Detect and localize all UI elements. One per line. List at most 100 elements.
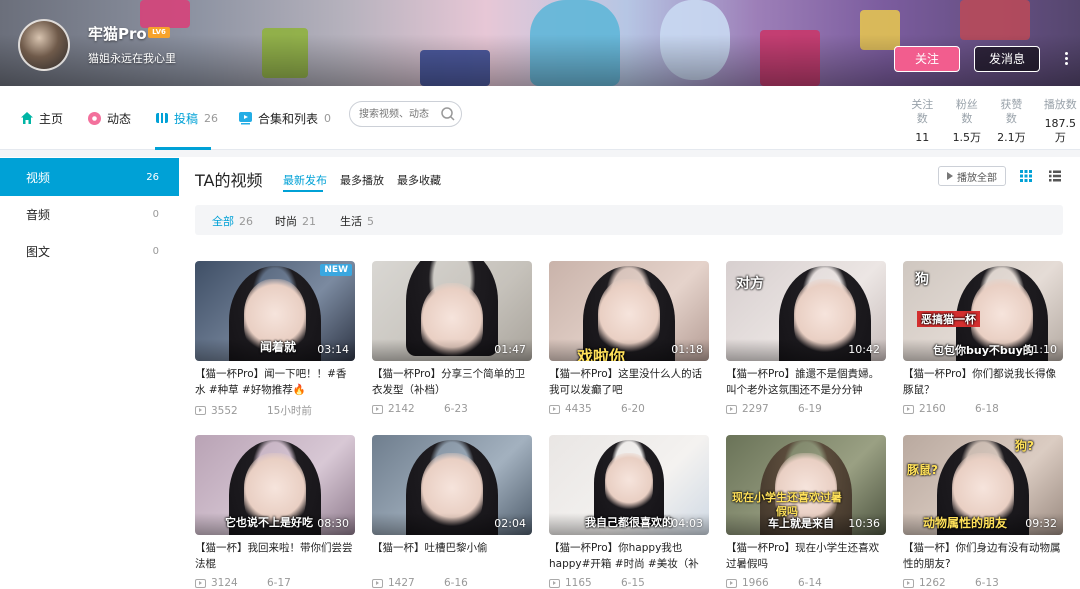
view-count: 1165 <box>565 577 592 589</box>
video-duration: 01:18 <box>671 343 703 356</box>
video-duration: 02:04 <box>494 517 526 530</box>
filter-life[interactable]: 生活 5 <box>340 213 374 229</box>
search-box[interactable] <box>349 101 462 127</box>
stat-label: 获赞数 <box>1000 98 1023 125</box>
video-thumbnail[interactable]: 豚鼠? 狗? 动物属性的朋友 09:32 <box>903 435 1063 535</box>
play-count-icon <box>195 578 206 588</box>
sidebar-item-video[interactable]: 视频 26 <box>0 158 179 196</box>
video-card[interactable]: 狗 恶搞猫一杯 包包你buy不buy的 11:10 【猫一杯Pro】你们都说我长… <box>903 261 1063 415</box>
video-thumbnail[interactable]: 它也说不上是好吃 08:30 <box>195 435 355 535</box>
video-card[interactable]: 01:47 【猫一杯Pro】分享三个简单的卫衣发型（补档） 2142 6-23 <box>372 261 532 415</box>
thumbnail-figure <box>605 453 653 513</box>
filter-all[interactable]: 全部 26 <box>212 213 253 229</box>
publish-date: 6-17 <box>267 577 291 589</box>
stat-value: 187.5万 <box>1044 117 1077 144</box>
filter-fashion[interactable]: 时尚 21 <box>275 213 316 229</box>
play-count-icon <box>903 404 914 414</box>
follow-button[interactable]: 关注 <box>894 46 960 72</box>
upload-video-icon <box>156 113 168 123</box>
view-count: 4435 <box>565 403 592 415</box>
new-badge: NEW <box>320 264 352 276</box>
video-duration: 03:14 <box>317 343 349 356</box>
video-card[interactable]: 02:04 【猫一杯】吐槽巴黎小偷 1427 6-16 <box>372 435 532 589</box>
play-all-button[interactable]: 播放全部 <box>938 166 1006 186</box>
video-title[interactable]: 【猫一杯Pro】闻一下吧！！#香水 #种草 #好物推荐🔥 <box>195 366 355 398</box>
stat-label: 关注数 <box>911 98 934 125</box>
more-menu-icon[interactable] <box>1062 50 1070 68</box>
video-title[interactable]: 【猫一杯Pro】现在小学生还喜欢过暑假吗 <box>726 540 886 572</box>
sort-tab-most-played[interactable]: 最多播放 <box>340 172 384 188</box>
sort-tab-most-favorited[interactable]: 最多收藏 <box>397 172 441 188</box>
video-meta: 1165 6-15 <box>549 577 709 589</box>
video-title[interactable]: 【猫一杯Pro】你们都说我长得像豚鼠？ <box>903 366 1063 398</box>
video-title[interactable]: 【猫一杯】我回来啦！带你们尝尝法棍 <box>195 540 355 572</box>
play-all-label: 播放全部 <box>957 172 997 184</box>
stat-following[interactable]: 关注数 11 <box>907 98 938 145</box>
list-view-icon[interactable] <box>1048 169 1062 183</box>
video-card[interactable]: 闻着就 NEW 03:14 【猫一杯Pro】闻一下吧！！#香水 #种草 #好物推… <box>195 261 355 418</box>
video-thumbnail[interactable]: 02:04 <box>372 435 532 535</box>
tab-collections[interactable]: 合集和列表 0 <box>238 106 331 130</box>
grid-view-icon[interactable] <box>1019 169 1033 183</box>
video-title[interactable]: 【猫一杯Pro】誰還不是個貴婦。叫个老外这氛围还不是分分钟get！ <box>726 366 886 398</box>
video-thumbnail[interactable]: 闻着就 NEW 03:14 <box>195 261 355 361</box>
video-title[interactable]: 【猫一杯】吐槽巴黎小偷 <box>372 540 532 572</box>
search-icon[interactable] <box>440 106 456 122</box>
tab-uploads[interactable]: 投稿 26 <box>155 106 218 130</box>
video-card[interactable]: 它也说不上是好吃 08:30 【猫一杯】我回来啦！带你们尝尝法棍 3124 6-1… <box>195 435 355 589</box>
send-message-button[interactable]: 发消息 <box>974 46 1040 72</box>
sort-tab-latest[interactable]: 最新发布 <box>283 172 327 188</box>
video-duration: 01:47 <box>494 343 526 356</box>
video-meta: 2160 6-18 <box>903 403 1063 415</box>
video-title[interactable]: 【猫一杯】你们身边有没有动物属性的朋友? <box>903 540 1063 572</box>
publish-date: 15小时前 <box>267 405 312 417</box>
tab-dynamic[interactable]: 动态 <box>87 106 131 130</box>
thumbnail-caption: 包包你buy不buy的 <box>933 344 1034 357</box>
video-card[interactable]: 戏啦你 01:18 【猫一杯Pro】这里没什么人的话我可以发癫了吧 4435 6-… <box>549 261 709 415</box>
avatar[interactable] <box>18 19 70 71</box>
active-sort-indicator <box>283 190 323 192</box>
stat-value: 1.5万 <box>952 131 982 144</box>
profile-banner: 牢猫Pro LV6 猫姐永远在我心里 关注 发消息 <box>0 0 1080 86</box>
video-card[interactable]: 豚鼠? 狗? 动物属性的朋友 09:32 【猫一杯】你们身边有没有动物属性的朋友… <box>903 435 1063 589</box>
video-thumbnail[interactable]: 狗 恶搞猫一杯 包包你buy不buy的 11:10 <box>903 261 1063 361</box>
video-thumbnail[interactable]: 现在小学生还喜欢过暑假吗 车上就是来自 10:36 <box>726 435 886 535</box>
video-meta: 2297 6-19 <box>726 403 886 415</box>
sidebar-item-articles[interactable]: 图文 0 <box>0 232 179 270</box>
view-count: 1262 <box>919 577 946 589</box>
play-count-icon <box>549 578 560 588</box>
video-card[interactable]: 对方 10:42 【猫一杯Pro】誰還不是個貴婦。叫个老外这氛围还不是分分钟ge… <box>726 261 886 415</box>
sidebar-item-count: 0 <box>152 245 159 257</box>
thumbnail-caption: 动物属性的朋友 <box>923 516 1008 530</box>
view-count: 3552 <box>211 404 238 417</box>
video-card[interactable]: 我自己都很喜欢的 04:03 【猫一杯Pro】你happy我也happy#开箱 … <box>549 435 709 589</box>
filter-label: 生活 <box>340 215 362 228</box>
video-title[interactable]: 【猫一杯Pro】这里没什么人的话我可以发癫了吧 <box>549 366 709 398</box>
video-thumbnail[interactable]: 对方 10:42 <box>726 261 886 361</box>
thumbnail-caption: 恶搞猫一杯 <box>917 311 980 327</box>
tab-label: 合集和列表 <box>258 111 319 126</box>
thumbnail-caption: 狗 <box>915 272 929 288</box>
flower-icon <box>88 111 101 125</box>
video-meta: 3124 6-17 <box>195 577 355 589</box>
video-title[interactable]: 【猫一杯Pro】你happy我也happy#开箱 #时尚 #美妆（补档） <box>549 540 709 572</box>
tab-count: 0 <box>324 111 332 125</box>
search-input[interactable] <box>359 106 439 122</box>
stat-followers[interactable]: 粉丝数 1.5万 <box>952 98 983 145</box>
video-duration: 08:30 <box>317 517 349 530</box>
sidebar-item-audio[interactable]: 音频 0 <box>0 195 179 233</box>
video-thumbnail[interactable]: 戏啦你 01:18 <box>549 261 709 361</box>
tab-count: 26 <box>204 111 219 125</box>
video-card[interactable]: 现在小学生还喜欢过暑假吗 车上就是来自 10:36 【猫一杯Pro】现在小学生还… <box>726 435 886 589</box>
banner-shade <box>0 0 1080 86</box>
video-thumbnail[interactable]: 我自己都很喜欢的 04:03 <box>549 435 709 535</box>
video-duration: 09:32 <box>1025 517 1057 530</box>
tab-home[interactable]: 主页 <box>20 106 63 130</box>
video-duration: 10:36 <box>848 517 880 530</box>
filter-count: 21 <box>302 215 316 228</box>
play-count-icon <box>372 404 383 414</box>
stat-plays: 播放数 187.5万 <box>1041 98 1080 145</box>
video-thumbnail[interactable]: 01:47 <box>372 261 532 361</box>
video-title[interactable]: 【猫一杯Pro】分享三个简单的卫衣发型（补档） <box>372 366 532 398</box>
publish-date: 6-14 <box>798 577 822 589</box>
